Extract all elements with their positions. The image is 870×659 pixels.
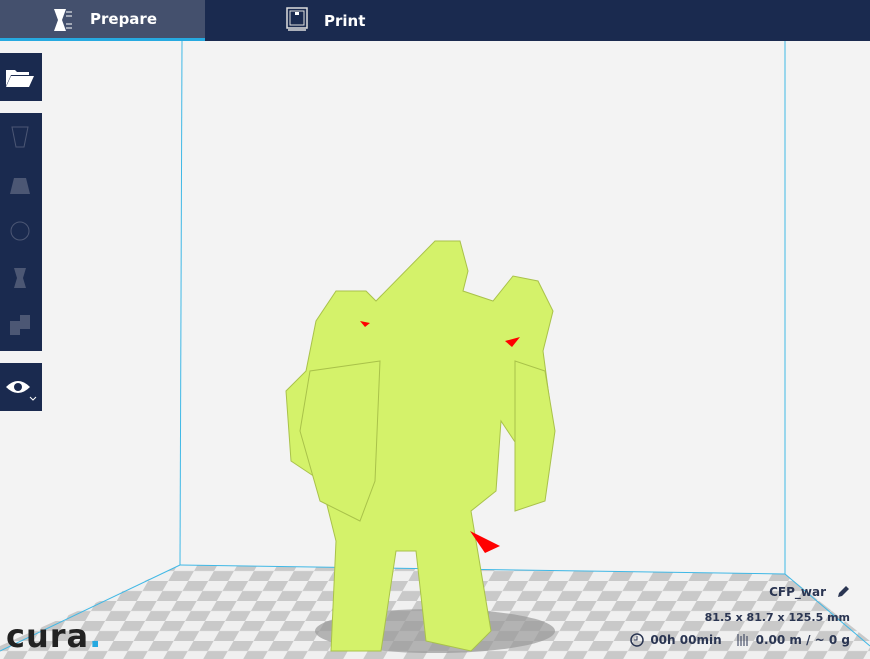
view-mode-button[interactable] (0, 363, 42, 411)
object-name: CFP_war (769, 585, 826, 599)
scale-icon[interactable] (6, 170, 34, 198)
object-name-row: CFP_war (769, 585, 850, 599)
open-file-button[interactable] (0, 53, 42, 101)
printer-icon (286, 7, 308, 31)
per-model-settings-icon[interactable] (6, 311, 34, 339)
open-folder-icon (6, 70, 34, 87)
3d-viewport[interactable]: CFP_war 81.5 x 81.7 x 125.5 mm 00h 00min… (0, 41, 870, 659)
cura-logo: cura. (6, 617, 103, 655)
filament-icon (737, 634, 748, 646)
build-volume (0, 41, 870, 659)
move-icon[interactable] (6, 123, 34, 151)
tab-print[interactable]: Print (205, 0, 410, 41)
tab-print-label: Print (324, 11, 366, 30)
clock-icon (630, 633, 645, 647)
rotate-icon[interactable] (6, 217, 34, 245)
object-dimensions: 81.5 x 81.7 x 125.5 mm (704, 611, 850, 624)
tool-group (0, 113, 42, 351)
view-mode-icon (6, 381, 37, 401)
edit-pencil-icon[interactable] (836, 585, 850, 599)
print-estimate: 00h 00min 0.00 m / ~ 0 g (630, 633, 850, 647)
tab-prepare-label: Prepare (90, 10, 157, 28)
top-bar: Prepare Print (0, 0, 870, 41)
material-usage: 0.00 m / ~ 0 g (755, 633, 850, 647)
tab-prepare[interactable]: Prepare (0, 0, 205, 41)
print-time: 00h 00min (650, 633, 722, 647)
prepare-icon (54, 9, 72, 31)
mirror-icon[interactable] (6, 264, 34, 292)
